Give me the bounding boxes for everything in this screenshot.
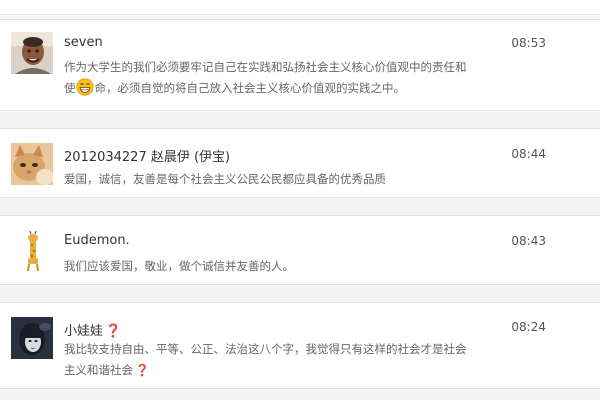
giraffe-avatar[interactable] [11, 230, 53, 272]
previous-comment-card [0, 0, 600, 15]
comment-line-rest: 命，必须自觉的将自己放入社会主义核心价值观的实践之中。 [94, 81, 406, 95]
comment-item: seven 08:53 作为大学生的我们必须要牢记自己在实践和弘扬社会主义核心价… [0, 19, 600, 111]
commenter-name[interactable]: 2012034227 赵晨伊 (伊宝) [64, 146, 230, 165]
comment-item: Eudemon. 08:43 我们应该爱国，敬业，做个诚信并友善的人。 [0, 215, 600, 285]
comment-text: 我比较支持自由、平等、公正、法治这八个字，我觉得只有这样的社会才是社会 主义和谐… [64, 339, 498, 381]
comment-feed: seven 08:53 作为大学生的我们必须要牢记自己在实践和弘扬社会主义核心价… [0, 0, 600, 400]
commenter-name[interactable]: Eudemon. [64, 233, 130, 248]
question-mark-icon: ❓ [135, 363, 150, 377]
grin-emoji-icon [75, 78, 94, 96]
commenter-name-text: 小娃娃 [64, 324, 104, 339]
comment-item: 小娃娃 ❓ 08:24 我比较支持自由、平等、公正、法治这八个字，我觉得只有这样的… [0, 302, 600, 389]
comment-time: 08:44 [511, 147, 546, 161]
cat-photo-avatar[interactable] [11, 143, 53, 185]
comment-text: 我们应该爱国，敬业，做个诚信并友善的人。 [64, 256, 498, 277]
comment-line: 我比较支持自由、平等、公正、法治这八个字，我觉得只有这样的社会才是社会 [64, 342, 467, 356]
question-mark-icon: ❓ [105, 324, 122, 339]
commenter-name[interactable]: seven [64, 35, 103, 50]
comment-item: 2012034227 赵晨伊 (伊宝) 08:44 爱国，诚信，友善是每个社会主… [0, 128, 600, 198]
comment-line: 爱国，诚信，友善是每个社会主义公民公民都应具备的优秀品质 [64, 172, 386, 186]
comment-line: 使 命，必须自觉的将自己放入社会主义核心价值观的实践之中。 [64, 78, 498, 99]
comment-line-prefix: 使 [64, 81, 76, 95]
comment-time: 08:24 [511, 320, 546, 334]
comment-line-text: 主义和谐社会 [64, 363, 133, 377]
comment-time: 08:43 [511, 234, 546, 248]
comment-line: 我们应该爱国，敬业，做个诚信并友善的人。 [64, 259, 294, 273]
comment-line: 主义和谐社会 ❓ [64, 360, 498, 381]
comment-line: 作为大学生的我们必须要牢记自己在实践和弘扬社会主义核心价值观中的责任和 [64, 60, 467, 74]
comment-text: 爱国，诚信，友善是每个社会主义公民公民都应具备的优秀品质 [64, 169, 498, 190]
girl-portrait-avatar[interactable] [11, 317, 53, 359]
comment-text: 作为大学生的我们必须要牢记自己在实践和弘扬社会主义核心价值观中的责任和 使 命，… [64, 57, 498, 99]
man-face-avatar[interactable] [11, 32, 53, 74]
commenter-name[interactable]: 小娃娃 ❓ [64, 320, 121, 339]
comment-time: 08:53 [511, 36, 546, 50]
